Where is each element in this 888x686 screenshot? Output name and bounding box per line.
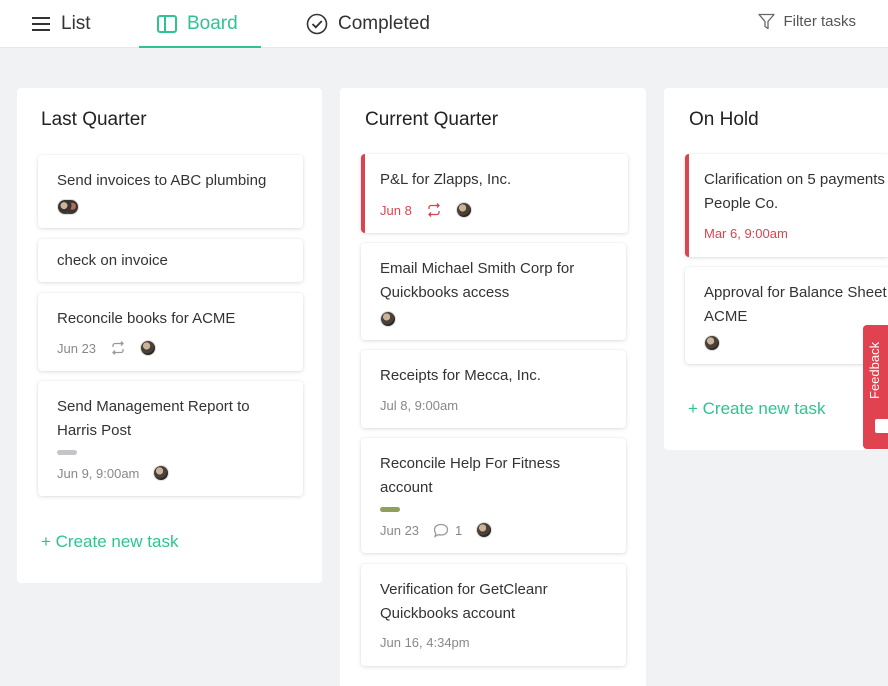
task-title: Send invoices to ABC plumbing — [57, 172, 267, 189]
tab-board-label: Board — [187, 13, 238, 34]
comment-icon — [433, 523, 449, 538]
due-date: Jun 9, 9:00am — [57, 465, 140, 481]
column-title: Current Quarter — [365, 109, 499, 130]
feedback-label: Feedback — [867, 341, 882, 399]
task-meta — [704, 335, 720, 351]
hamburger-icon — [31, 16, 51, 32]
task-title: check on invoice — [57, 252, 168, 269]
task-card[interactable]: P&L for Zlapps, Inc. Jun 8 — [361, 154, 628, 233]
view-tabs-bar: List Board Completed Filter tasks — [0, 0, 888, 48]
filter-tasks-label: Filter tasks — [783, 13, 856, 30]
task-title: Email Michael Smith Corp for Quickbooks … — [380, 260, 575, 301]
task-meta: Jul 8, 9:00am — [380, 398, 458, 413]
column-title: On Hold — [689, 109, 759, 130]
task-title-line: Clarification on 5 payments — [704, 171, 885, 188]
task-title: Reconcile books for ACME — [57, 310, 236, 327]
avatar — [455, 202, 472, 218]
avatar-group — [57, 199, 79, 215]
task-meta: Mar 6, 9:00am — [704, 226, 788, 241]
column-title: Last Quarter — [41, 109, 147, 130]
column-on-hold: On Hold Clarification on 5 payments Peop… — [664, 88, 888, 450]
task-card[interactable]: Clarification on 5 payments People Co. M… — [685, 154, 888, 257]
repeat-icon — [110, 341, 126, 355]
task-meta: Jun 23 1 — [380, 522, 493, 538]
task-title: Reconcile Help For Fitness account — [380, 455, 561, 496]
active-tab-indicator — [139, 46, 261, 48]
avatar — [380, 311, 396, 327]
task-title: Clarification on 5 payments People Co. — [704, 168, 888, 216]
task-meta — [380, 311, 396, 327]
tab-list-label: List — [61, 13, 91, 34]
task-card[interactable]: Receipts for Mecca, Inc. Jul 8, 9:00am — [361, 350, 626, 428]
tab-board[interactable]: Board — [139, 0, 261, 48]
tag-pill — [57, 450, 77, 455]
task-title: Send Management Report to Harris Post — [57, 398, 250, 439]
funnel-icon — [758, 13, 776, 30]
avatar — [476, 522, 493, 538]
task-title: P&L for Zlapps, Inc. — [380, 171, 512, 188]
task-card[interactable]: Send Management Report to Harris Post Ju… — [38, 381, 303, 496]
task-card[interactable]: Reconcile books for ACME Jun 23 — [38, 293, 303, 371]
task-meta: Jun 9, 9:00am — [57, 465, 170, 481]
check-circle-icon — [306, 13, 328, 35]
tab-completed-label: Completed — [338, 13, 430, 34]
avatar — [153, 465, 170, 481]
due-date: Jun 23 — [380, 522, 420, 538]
task-title-line: People Co. — [704, 195, 779, 212]
repeat-icon — [426, 203, 442, 217]
tag-pill — [380, 507, 400, 512]
task-title: Approval for Balance Sheet ACME — [704, 281, 888, 329]
board-icon — [157, 15, 177, 33]
task-meta: Jun 23 — [57, 340, 157, 356]
task-meta: Jun 8 — [380, 202, 472, 218]
due-date: Jun 8 — [380, 202, 412, 218]
task-meta: Jun 16, 4:34pm — [380, 635, 470, 650]
column-current-quarter: Current Quarter P&L for Zlapps, Inc. Jun… — [340, 88, 646, 686]
feedback-tab[interactable]: Feedback — [863, 325, 888, 449]
task-title: Verification for GetCleanr Quickbooks ac… — [380, 581, 548, 622]
column-last-quarter: Last Quarter Send invoices to ABC plumbi… — [17, 88, 322, 583]
due-date: Jun 23 — [57, 340, 97, 356]
task-meta — [57, 199, 79, 215]
create-new-task-button[interactable]: + Create new task — [41, 532, 179, 552]
due-date: Jun 16, 4:34pm — [380, 635, 470, 650]
task-title-line: ACME — [704, 308, 748, 325]
task-card[interactable]: Verification for GetCleanr Quickbooks ac… — [361, 564, 626, 666]
create-new-task-button[interactable]: + Create new task — [688, 399, 826, 419]
task-title-line: Approval for Balance Sheet — [704, 284, 887, 301]
avatar — [140, 340, 157, 356]
due-date: Jul 8, 9:00am — [380, 398, 459, 413]
tab-list[interactable]: List — [31, 0, 91, 48]
task-card[interactable]: Reconcile Help For Fitness account Jun 2… — [361, 438, 626, 553]
task-card[interactable]: check on invoice — [38, 239, 303, 282]
due-date: Mar 6, 9:00am — [704, 226, 788, 241]
avatar — [704, 335, 720, 351]
task-title: Receipts for Mecca, Inc. — [380, 367, 541, 384]
tab-completed[interactable]: Completed — [306, 0, 430, 48]
filter-tasks-button[interactable]: Filter tasks — [758, 0, 856, 43]
task-card[interactable]: Approval for Balance Sheet ACME — [685, 267, 888, 364]
comment-count: 1 — [455, 522, 463, 538]
feedback-icon — [875, 419, 888, 433]
task-card[interactable]: Email Michael Smith Corp for Quickbooks … — [361, 243, 626, 340]
task-card[interactable]: Send invoices to ABC plumbing — [38, 155, 303, 228]
